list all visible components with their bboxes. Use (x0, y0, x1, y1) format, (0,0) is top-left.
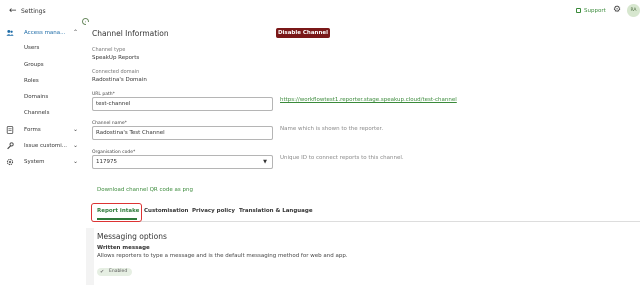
tab-privacy-policy[interactable]: Privacy policy (192, 208, 235, 214)
organisation-code-value: 117975 (96, 159, 117, 165)
sidebar-item-label: System (24, 159, 45, 165)
chevron-down-icon[interactable]: ⌄ (73, 158, 78, 165)
avatar[interactable]: RA (627, 4, 640, 17)
connected-domain-value: Radostina's Domain (92, 77, 147, 83)
written-message-description: Allows reporters to type a message and i… (97, 253, 348, 259)
channel-name-input[interactable]: Radostina's Test Channel (92, 126, 273, 140)
support-link[interactable]: Support (584, 8, 606, 14)
sidebar-item-label: Issue customi... (24, 143, 67, 149)
gear-icon (6, 158, 14, 166)
url-path-input[interactable]: test-channel (92, 97, 273, 111)
sidebar-item-access-management[interactable]: Access mana... ⌃ (0, 27, 86, 39)
active-tab-indicator (97, 218, 137, 220)
sidebar: ← Settings Access mana... ⌃ Users Groups… (0, 0, 86, 285)
messaging-options-title: Messaging options (97, 232, 167, 241)
organisation-code-select[interactable]: 117975 ▼ (92, 155, 273, 169)
sidebar-subitem-groups[interactable]: Groups (24, 62, 44, 68)
sidebar-item-system[interactable]: System ⌄ (0, 156, 86, 168)
page: ← Settings Access mana... ⌃ Users Groups… (0, 0, 644, 285)
organisation-code-hint: Unique ID to connect reports to this cha… (280, 155, 404, 161)
download-qr-link[interactable]: Download channel QR code as png (97, 187, 193, 193)
top-bar: Support ⚙ RA (86, 0, 644, 22)
users-icon (6, 29, 14, 36)
connected-domain-label: Connected domain (92, 69, 140, 75)
channel-name-hint: Name which is shown to the reporter. (280, 126, 384, 132)
tab-translation-language[interactable]: Translation & Language (239, 208, 313, 214)
sidebar-subitem-users[interactable]: Users (24, 45, 39, 51)
enabled-status-chip[interactable]: ✔ Enabled (97, 268, 132, 276)
settings-title: Settings (21, 8, 46, 15)
sidebar-item-issue-customisation[interactable]: Issue customi... ⌄ (0, 140, 86, 152)
report-intake-panel: Messaging options Written message Allows… (86, 228, 644, 285)
sidebar-item-label: Access mana... (24, 30, 66, 36)
sidebar-item-forms[interactable]: Forms ⌄ (0, 124, 86, 136)
check-circle-icon: ✔ (100, 269, 105, 275)
reporter-url-link[interactable]: https://workflowtest1.reporter.stage.spe… (280, 97, 457, 103)
back-arrow-icon[interactable]: ← (9, 6, 17, 16)
status-label: Enabled (109, 269, 128, 274)
chevron-up-icon[interactable]: ⌃ (73, 29, 78, 36)
sidebar-item-label: Forms (24, 127, 41, 133)
page-title: Channel Information (92, 29, 169, 38)
sidebar-subitem-roles[interactable]: Roles (24, 78, 39, 84)
tab-customisation[interactable]: Customisation (144, 208, 188, 214)
tab-report-intake[interactable]: Report intake (97, 208, 139, 214)
sidebar-subitem-domains[interactable]: Domains (24, 94, 48, 100)
sidebar-subitem-channels[interactable]: Channels (24, 110, 49, 116)
tabs-divider (92, 221, 640, 222)
wrench-icon (7, 142, 14, 150)
forms-icon (6, 126, 14, 134)
channel-type-label: Channel type (92, 47, 126, 53)
chevron-down-icon[interactable]: ⌄ (73, 142, 78, 149)
disable-channel-button[interactable]: Disable Channel (276, 28, 330, 38)
chevron-down-icon[interactable]: ⌄ (73, 126, 78, 133)
channel-type-value: SpeakUp Reports (92, 55, 140, 61)
messaging-options-card: Messaging options Written message Allows… (94, 228, 644, 285)
support-icon (576, 8, 581, 13)
dropdown-arrow-icon: ▼ (263, 159, 267, 165)
written-message-title: Written message (97, 245, 150, 251)
settings-gear-icon[interactable]: ⚙ (613, 5, 621, 15)
